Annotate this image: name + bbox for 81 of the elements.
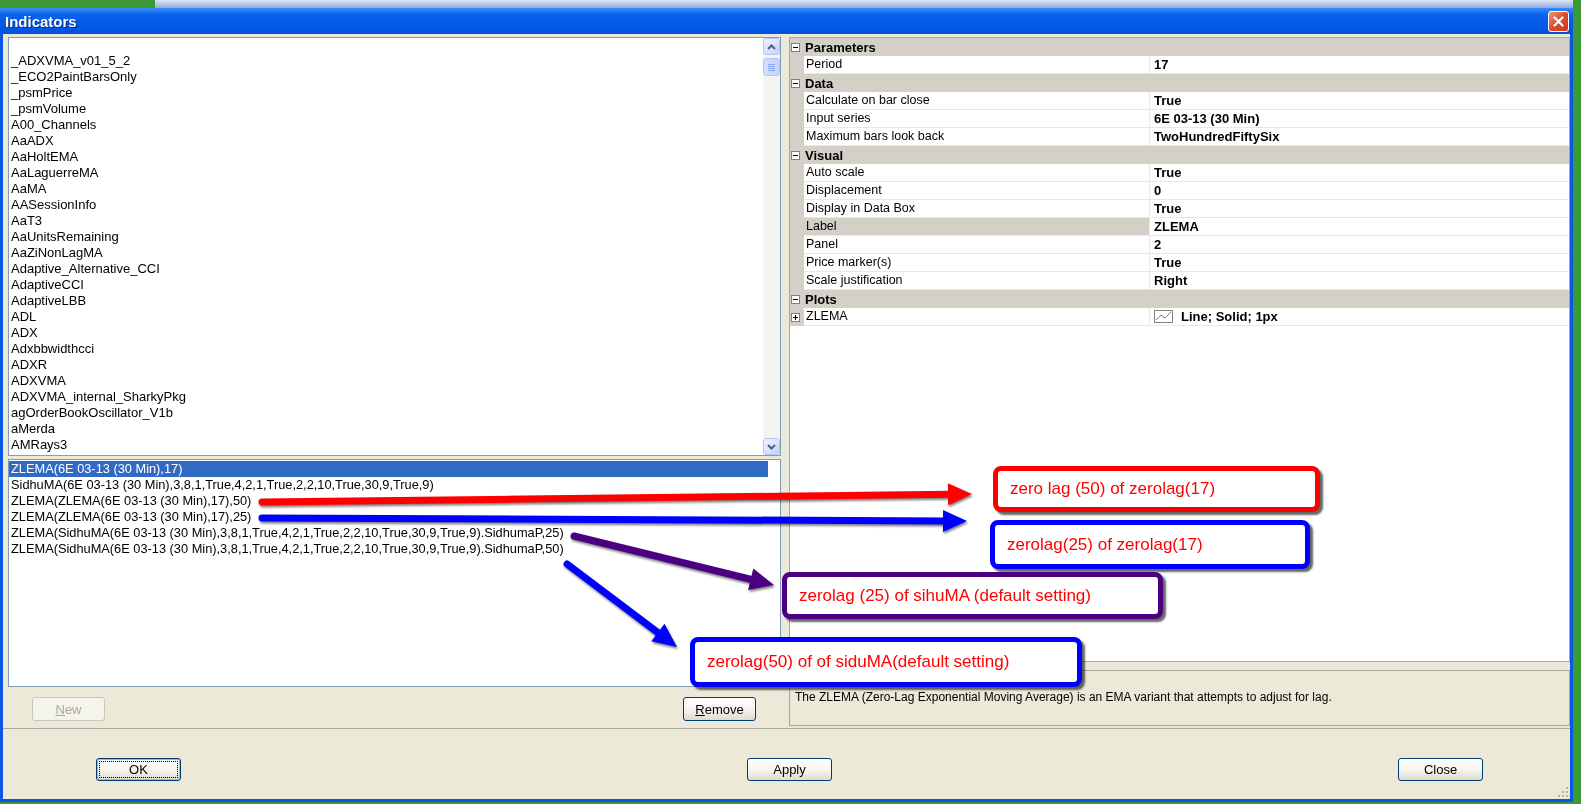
applied-indicator-item[interactable]: ZLEMA(ZLEMA(6E 03-13 (30 Min),17),50): [9, 493, 768, 509]
annotation-callout: zerolag(50) of of siduMA(default setting): [690, 637, 1082, 687]
indicator-list-item[interactable]: ADX: [9, 325, 763, 341]
property-value[interactable]: 0: [1154, 183, 1162, 198]
indicator-list-item[interactable]: _psmPrice: [9, 85, 763, 101]
scroll-thumb[interactable]: [763, 58, 780, 76]
property-value[interactable]: True: [1154, 93, 1182, 108]
property-label[interactable]: Maximum bars look back: [804, 128, 1150, 146]
indicator-list-item[interactable]: agOrderBookOscillator_V1b: [9, 405, 763, 421]
property-label[interactable]: Displacement: [804, 182, 1150, 200]
resize-grip-icon[interactable]: [1558, 787, 1569, 798]
minus-box-icon[interactable]: [791, 78, 800, 88]
property-value[interactable]: True: [1154, 255, 1182, 270]
category-label: Plots: [805, 291, 837, 307]
property-value[interactable]: Right: [1154, 273, 1188, 288]
annotation-callout: zero lag (50) of zerolag(17): [993, 466, 1320, 512]
scrollbar-track[interactable]: [763, 38, 780, 455]
chevron-down-icon: [767, 443, 776, 450]
applied-indicator-item[interactable]: ZLEMA(SidhuMA(6E 03-13 (30 Min),3,8,1,True,4,2,1,True,2,2,10,True,30,9,True,9).SidhumaP,25): [9, 525, 768, 541]
indicator-list-item[interactable]: aMerda: [9, 421, 763, 437]
property-label[interactable]: Display in Data Box: [804, 200, 1150, 218]
indicator-list-item[interactable]: ADXVMA_internal_SharkyPkg: [9, 389, 763, 405]
property-value[interactable]: 17: [1154, 57, 1169, 72]
indicator-list-item[interactable]: AaMA: [9, 181, 763, 197]
indicator-list-item[interactable]: AaZiNonLagMA: [9, 245, 763, 261]
property-label[interactable]: ZLEMA: [804, 308, 1150, 326]
property-value[interactable]: Line; Solid; 1px: [1181, 309, 1278, 324]
ok-button[interactable]: OK: [96, 758, 181, 781]
apply-button[interactable]: Apply: [747, 758, 832, 781]
category-label: Data: [805, 75, 834, 91]
applied-indicator-item[interactable]: ZLEMA(SidhuMA(6E 03-13 (30 Min),3,8,1,True,4,2,1,True,2,2,10,True,30,9,True,9).SidhumaP,50): [9, 541, 768, 557]
indicator-list-item[interactable]: AASessionInfo: [9, 197, 763, 213]
indicator-list-item[interactable]: Adxbbwidthcci: [9, 341, 763, 357]
grip-icon: [768, 63, 775, 71]
indicator-list-item[interactable]: AaUnitsRemaining: [9, 229, 763, 245]
property-value[interactable]: 2: [1154, 237, 1162, 252]
indicator-list-item[interactable]: ADL: [9, 309, 763, 325]
property-value[interactable]: ZLEMA: [1154, 219, 1199, 234]
property-label[interactable]: Scale justification: [804, 272, 1150, 290]
minus-box-icon[interactable]: [791, 294, 800, 304]
indicator-list-item[interactable]: AaADX: [9, 133, 763, 149]
minus-box-icon[interactable]: [791, 150, 800, 160]
indicator-list-item[interactable]: AaT3: [9, 213, 763, 229]
applied-indicator-item[interactable]: SidhuMA(6E 03-13 (30 Min),3,8,1,True,4,2,1,True,2,2,10,True,30,9,True,9): [9, 477, 768, 493]
annotation-callout: zerolag (25) of sihuMA (default setting): [782, 572, 1163, 619]
category-label: Parameters: [805, 39, 876, 55]
applied-indicator-item[interactable]: ZLEMA(ZLEMA(6E 03-13 (30 Min),17),25): [9, 509, 768, 525]
scroll-up-button[interactable]: [763, 38, 780, 55]
chevron-up-icon: [767, 43, 776, 50]
indicator-list-item[interactable]: AdaptiveLBB: [9, 293, 763, 309]
property-value[interactable]: True: [1154, 165, 1182, 180]
indicator-list-item[interactable]: AMRays3: [9, 437, 763, 453]
indicator-list-item[interactable]: AdaptiveCCI: [9, 277, 763, 293]
applied-indicator-item[interactable]: ZLEMA(6E 03-13 (30 Min),17): [9, 461, 768, 477]
close-button[interactable]: Close: [1398, 758, 1483, 781]
indicator-list-item[interactable]: ADXVMA: [9, 373, 763, 389]
remove-button[interactable]: Remove: [683, 697, 756, 721]
property-label[interactable]: Price marker(s): [804, 254, 1150, 272]
indicator-list-item[interactable]: _psmVolume: [9, 101, 763, 117]
indicator-list-item[interactable]: AaLaguerreMA: [9, 165, 763, 181]
property-label[interactable]: Label: [804, 218, 1150, 236]
property-label[interactable]: Calculate on bar close: [804, 92, 1150, 110]
property-label[interactable]: Auto scale: [804, 164, 1150, 182]
indicator-list-item[interactable]: Adaptive_Alternative_CCI: [9, 261, 763, 277]
indicator-list-item[interactable]: _ADXVMA_v01_5_2: [9, 53, 763, 69]
indicator-list-item[interactable]: ADXR: [9, 357, 763, 373]
indicator-list-item[interactable]: A00_Channels: [9, 117, 763, 133]
annotation-callout: zerolag(25) of zerolag(17): [990, 520, 1310, 569]
property-label[interactable]: Period: [804, 56, 1150, 74]
window-title: Indicators: [5, 12, 77, 30]
close-icon: [1553, 15, 1564, 27]
property-value[interactable]: True: [1154, 201, 1182, 216]
plus-box-icon[interactable]: [791, 312, 800, 322]
scroll-down-button[interactable]: [763, 438, 780, 455]
property-label[interactable]: Panel: [804, 236, 1150, 254]
category-label: Visual: [805, 147, 844, 163]
indicator-list-item[interactable]: AaHoltEMA: [9, 149, 763, 165]
property-label[interactable]: Input series: [804, 110, 1150, 128]
indicator-list-item[interactable]: _ECO2PaintBarsOnly: [9, 69, 763, 85]
minus-box-icon[interactable]: [791, 42, 800, 52]
window-close-button[interactable]: [1548, 10, 1569, 32]
